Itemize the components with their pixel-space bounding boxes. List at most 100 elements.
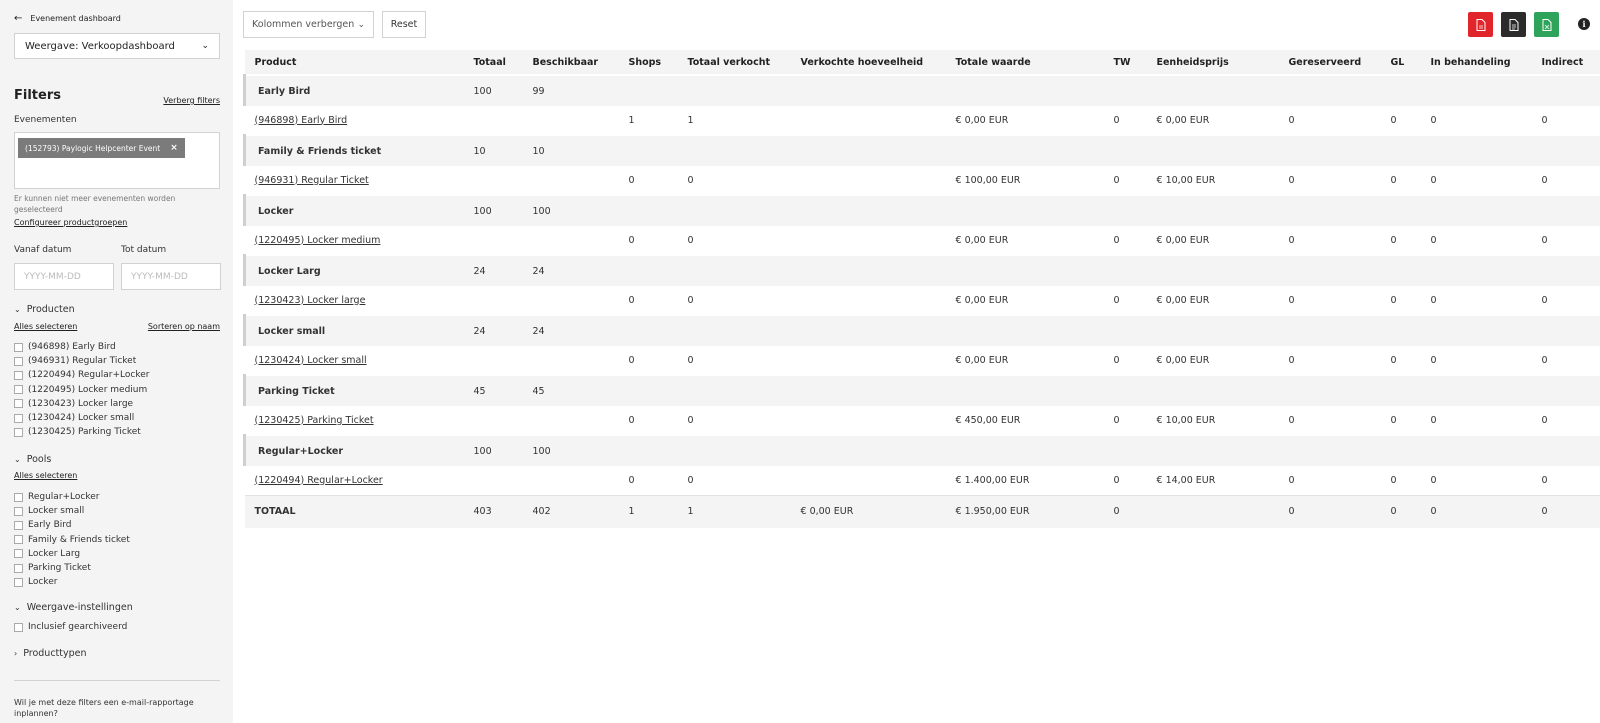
products-select-all-link[interactable]: Alles selecteren [14,322,77,331]
products-section-toggle[interactable]: ⌄ Producten [14,304,75,315]
pools-section-toggle[interactable]: ⌄ Pools [14,454,51,465]
product-link[interactable]: (1220494) Regular+Locker [255,475,383,486]
column-header[interactable]: Gereserveerd [1278,50,1381,75]
product-cell[interactable]: (1230425) Parking Ticket [244,406,464,436]
product-cell[interactable]: (1230424) Locker small [244,346,464,376]
product-cell[interactable]: (1220494) Regular+Locker [244,466,464,496]
pool-option[interactable]: Parking Ticket [14,561,130,575]
include-archived-option[interactable]: Inclusief gearchiveerd [14,620,127,634]
checkbox[interactable] [14,342,23,352]
pool-option[interactable]: Locker small [14,504,130,518]
beschikbaar-cell: 24 [522,254,619,286]
remove-chip-icon[interactable]: × [170,143,178,153]
events-multiselect[interactable]: (152793) Paylogic Helpcenter Event × [14,132,220,189]
chevron-down-icon: ⌄ [201,41,209,51]
gl-cell: 0 [1380,466,1421,496]
view-select[interactable]: Weergave: Verkoopdashboard ⌄ [14,33,220,59]
column-header[interactable]: Totale waarde [945,50,1104,75]
pool-option[interactable]: Family & Friends ticket [14,533,130,547]
product-option[interactable]: (946898) Early Bird [14,340,149,354]
table-row: (1230424) Locker small 0 0 € 0,00 EUR 0 € 0,0… [244,346,1600,376]
empty-cell [945,194,1104,226]
checkbox[interactable] [14,577,23,587]
product-option[interactable]: (1230423) Locker large [14,397,149,411]
column-header[interactable]: Totaal [463,50,523,75]
column-header[interactable]: Verkochte hoeveelheid [790,50,946,75]
checkbox[interactable] [14,520,23,530]
group-row: Locker small 24 24 [243,314,1600,346]
product-option[interactable]: (1220495) Locker medium [14,383,149,397]
export-spreadsheet-button[interactable] [1534,12,1559,37]
column-header[interactable]: Eenheidsprijs [1146,50,1279,75]
checkbox[interactable] [14,427,23,437]
checkbox[interactable] [14,535,23,545]
empty-cell [1380,434,1421,466]
gereserveerd-cell: 0 [1278,494,1381,528]
checkbox[interactable] [14,356,23,366]
column-header[interactable]: Indirect [1531,50,1600,75]
sales-table: Product Totaal Beschikbaar Shops Totaal verk… [243,50,1600,528]
hide-filters-link[interactable]: Verberg filters [163,96,220,105]
product-link[interactable]: (946931) Regular Ticket [255,175,369,186]
column-header[interactable]: TW [1103,50,1147,75]
product-cell[interactable]: (1220495) Locker medium [244,226,464,256]
back-to-dashboard-link[interactable]: ← Evenement dashboard [14,13,121,24]
filters-title: Filters [14,88,61,103]
product-cell[interactable]: (1230423) Locker large [244,286,464,316]
product-option[interactable]: (946931) Regular Ticket [14,354,149,368]
column-header[interactable]: Totaal verkocht [677,50,791,75]
checkbox[interactable] [14,563,23,573]
column-header[interactable]: In behandeling [1420,50,1532,75]
gl-cell: 0 [1380,494,1421,528]
totale-waarde-cell: € 100,00 EUR [945,166,1104,196]
checkbox[interactable] [14,385,23,395]
view-settings-checklist: Inclusief gearchiveerd [14,620,127,634]
from-date-input[interactable]: YYYY-MM-DD [14,263,114,290]
configure-product-groups-link[interactable]: Configureer productgroepen [14,218,127,227]
column-header[interactable]: Beschikbaar [522,50,619,75]
empty-cell [463,106,523,136]
empty-cell [790,74,946,106]
checkbox[interactable] [14,370,23,380]
empty-cell [790,134,946,166]
column-header[interactable]: GL [1380,50,1421,75]
product-link[interactable]: (1230423) Locker large [255,295,366,306]
product-link[interactable]: (946898) Early Bird [255,115,348,126]
product-link[interactable]: (1230425) Parking Ticket [255,415,374,426]
product-cell[interactable]: (946931) Regular Ticket [244,166,464,196]
product-option[interactable]: (1220494) Regular+Locker [14,368,149,382]
pool-option[interactable]: Locker Larg [14,547,130,561]
schedule-report-text: Wil je met deze filters een e-mail-rappo… [14,698,194,718]
export-pdf-button[interactable] [1468,12,1493,37]
column-header[interactable]: Product [244,50,464,75]
info-icon[interactable]: i [1578,18,1590,30]
checkbox[interactable] [14,549,23,559]
empty-cell [1380,374,1421,406]
pool-option[interactable]: Regular+Locker [14,490,130,504]
product-link[interactable]: (1230424) Locker small [255,355,367,366]
checkbox[interactable] [14,506,23,516]
empty-cell [522,106,619,136]
sort-by-name-link[interactable]: Sorteren op naam [148,322,220,331]
pools-select-all-link[interactable]: Alles selecteren [14,471,77,480]
pool-option[interactable]: Early Bird [14,518,130,532]
to-date-input[interactable]: YYYY-MM-DD [121,263,221,290]
reset-button[interactable]: Reset [382,11,426,38]
checkbox[interactable] [14,492,23,502]
export-document-button[interactable] [1501,12,1526,37]
view-settings-section-toggle[interactable]: ⌄ Weergave-instellingen [14,602,133,613]
column-header[interactable]: Shops [618,50,678,75]
totaal-cell: 403 [463,494,523,528]
checkbox[interactable] [14,413,23,423]
hide-columns-select[interactable]: Kolommen verbergen ⌄ [243,11,374,38]
checkbox[interactable] [14,622,23,632]
product-option[interactable]: (1230425) Parking Ticket [14,425,149,439]
product-link[interactable]: (1220495) Locker medium [255,235,381,246]
empty-cell [1420,254,1532,286]
product-option[interactable]: (1230424) Locker small [14,411,149,425]
checkbox[interactable] [14,399,23,409]
product-cell[interactable]: (946898) Early Bird [244,106,464,136]
empty-cell [1420,74,1532,106]
pool-option[interactable]: Locker [14,575,130,589]
product-types-section-toggle[interactable]: › Producttypen [14,648,87,659]
